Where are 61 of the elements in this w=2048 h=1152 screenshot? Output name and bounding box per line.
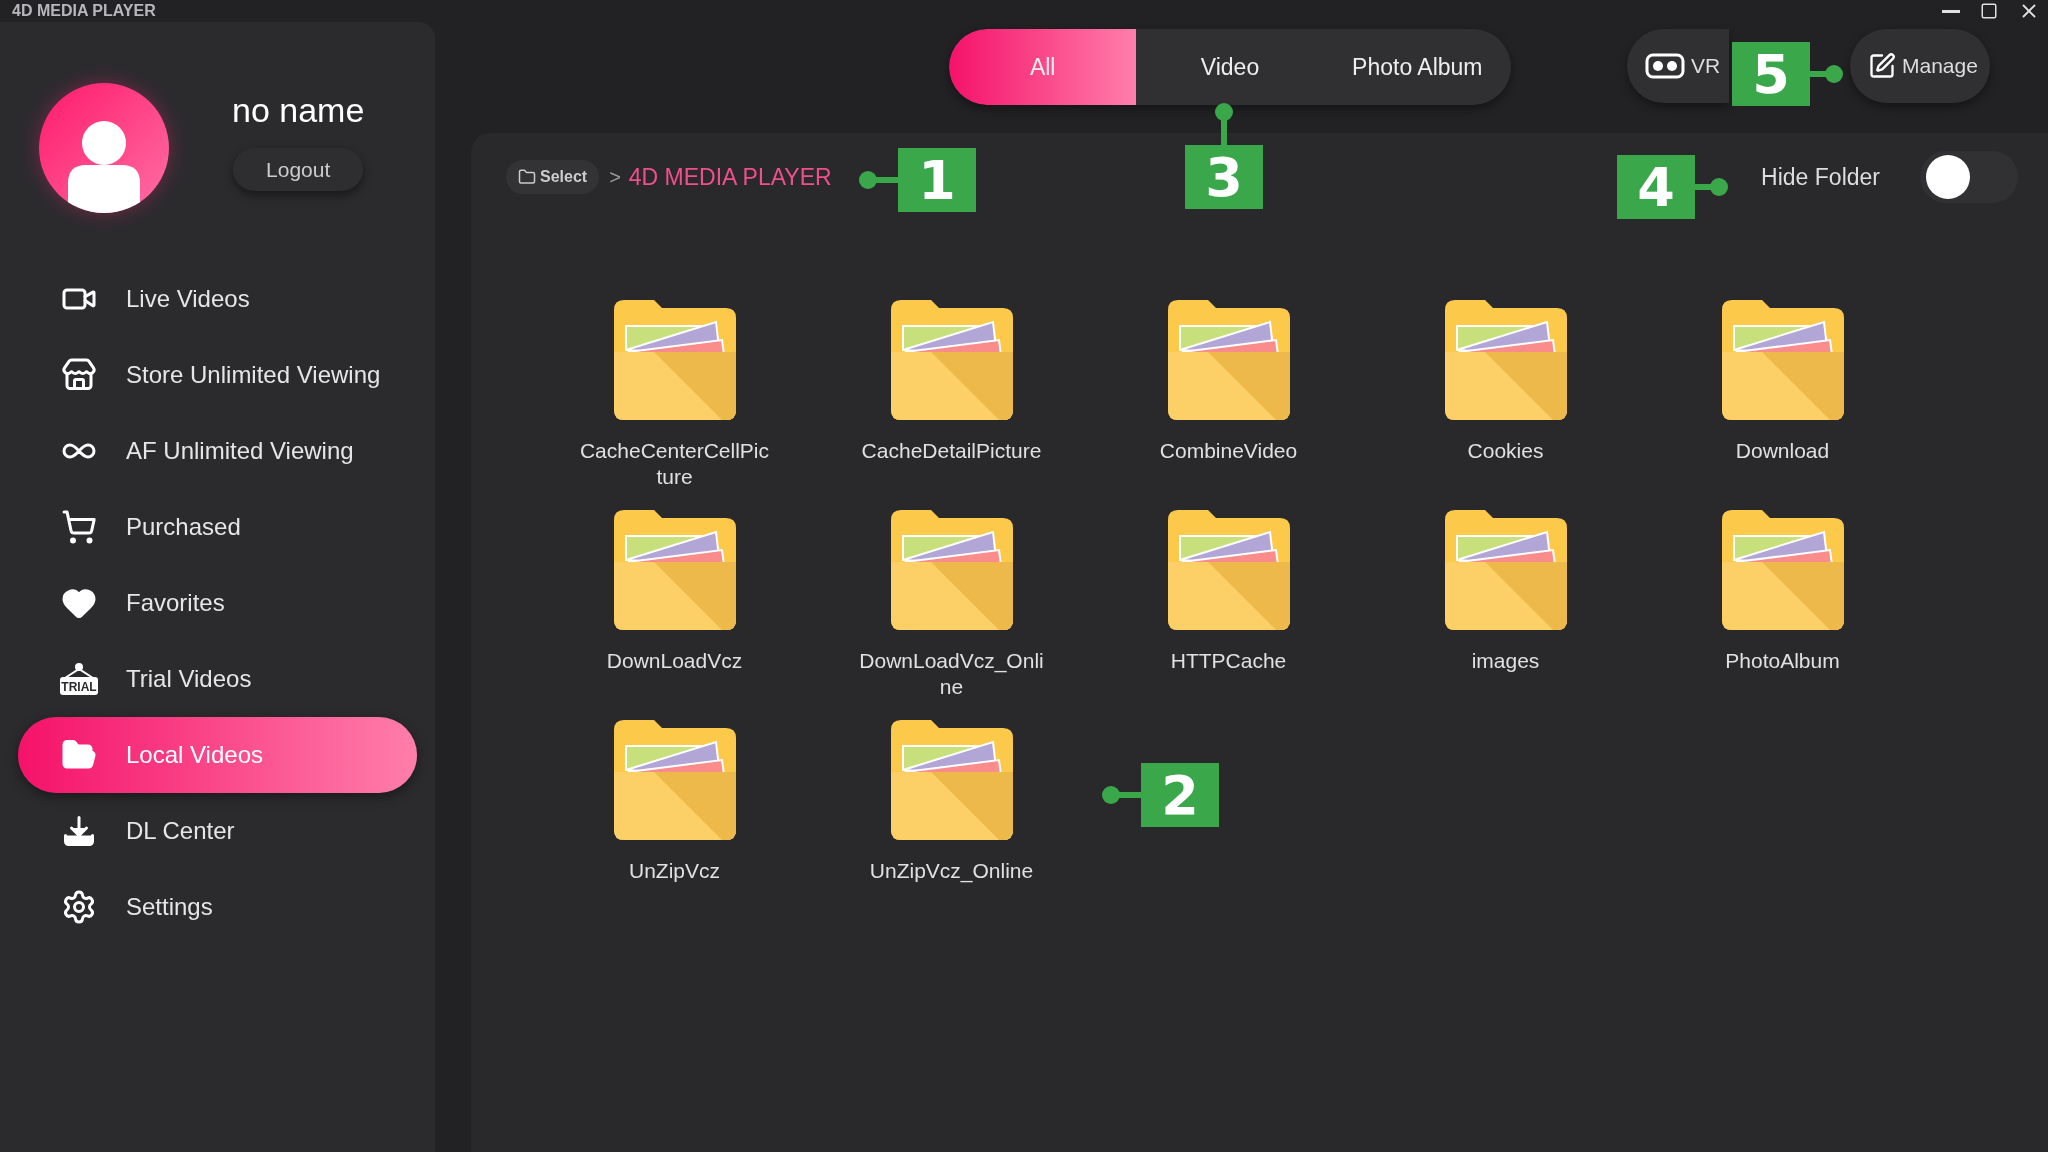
folder-icon: [890, 720, 1013, 840]
sidebar-item[interactable]: Live Videos: [18, 261, 417, 337]
breadcrumb-path[interactable]: 4D MEDIA PLAYER: [628, 163, 832, 191]
folder-icon: [890, 510, 1013, 630]
maximize-icon: [1980, 2, 1998, 20]
folder-icon: [1721, 510, 1844, 630]
folder-icon: [613, 720, 736, 840]
folder-name[interactable]: Cookies: [1410, 438, 1601, 464]
callout-number: 2: [1141, 763, 1219, 827]
leader-line: [1101, 785, 1141, 805]
folder-name[interactable]: CacheDetailPicture: [856, 438, 1047, 464]
sidebar-item[interactable]: DL Center: [18, 793, 417, 869]
callout-number: 3: [1185, 145, 1263, 209]
sidebar-item[interactable]: Purchased: [18, 489, 417, 565]
sidebar-item[interactable]: Favorites: [18, 565, 417, 641]
select-button[interactable]: Select: [506, 160, 600, 194]
filter-tab[interactable]: Video: [1136, 29, 1324, 105]
window-title: 4D MEDIA PLAYER: [12, 2, 156, 20]
leader-line: [1695, 177, 1729, 197]
leader-line: [1810, 64, 1844, 84]
sidebar-item[interactable]: AF Unlimited Viewing: [18, 413, 417, 489]
folder-icon: [1721, 300, 1844, 420]
folder-name[interactable]: CombineVideo: [1133, 438, 1324, 464]
manage-button[interactable]: Manage: [1850, 29, 1990, 103]
user-name: no name: [232, 91, 365, 130]
folder-icon: [1444, 510, 1567, 630]
folder-icon: [1444, 300, 1567, 420]
sidebar-item[interactable]: Settings: [18, 869, 417, 945]
folder-name[interactable]: images: [1410, 648, 1601, 674]
folder-name[interactable]: CacheCenterCellPicture: [579, 438, 770, 490]
folder-icon: [613, 510, 736, 630]
folder-icon: [1167, 300, 1290, 420]
sidebar-item[interactable]: TRIAL Trial Videos: [18, 641, 417, 717]
folder-name[interactable]: HTTPCache: [1133, 648, 1324, 674]
folder-icon: [613, 300, 736, 420]
minimize-icon: [1942, 9, 1960, 13]
callout-number: 5: [1732, 42, 1810, 106]
maximize-button[interactable]: [1980, 2, 1998, 20]
folder-name[interactable]: PhotoAlbum: [1687, 648, 1878, 674]
minimize-button[interactable]: [1942, 9, 1960, 13]
sidebar-item[interactable]: Store Unlimited Viewing: [18, 337, 417, 413]
breadcrumb-separator: >: [609, 165, 621, 189]
logout-button[interactable]: Logout: [233, 148, 364, 191]
vr-button[interactable]: VR: [1627, 29, 1729, 103]
folder-name[interactable]: DownLoadVcz: [579, 648, 770, 674]
callout-number: 4: [1617, 155, 1695, 219]
callout-number: 1: [898, 148, 976, 212]
folder-icon: [1167, 510, 1290, 630]
vr-headset-icon: [1645, 53, 1685, 79]
folder-icon: [518, 168, 536, 186]
sidebar-item[interactable]: Local Videos: [18, 717, 417, 793]
hide-folder-toggle[interactable]: [1920, 151, 2018, 203]
folder-name[interactable]: DownLoadVcz_Online: [856, 648, 1047, 700]
folder-name[interactable]: Download: [1687, 438, 1878, 464]
folder-name[interactable]: UnZipVcz: [579, 858, 770, 884]
folder-icon: [890, 300, 1013, 420]
hide-folder-label: Hide Folder: [1761, 163, 1880, 191]
filter-tab[interactable]: Photo Album: [1323, 29, 1511, 105]
leader-line: [858, 170, 898, 190]
edit-icon: [1868, 52, 1896, 80]
folder-name[interactable]: UnZipVcz_Online: [856, 858, 1047, 884]
